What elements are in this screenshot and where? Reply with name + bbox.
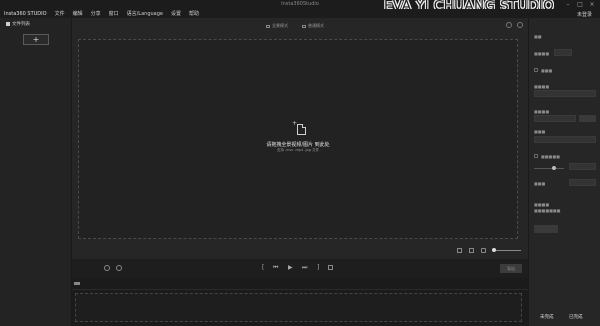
mark-out-button[interactable]: ] — [317, 264, 319, 272]
rp-label-5: ■■■■ — [534, 109, 550, 114]
file-list-header: 文件列表 — [6, 21, 30, 27]
rp-checkbox-1[interactable] — [534, 68, 538, 72]
menu-share[interactable]: 分享 — [91, 10, 101, 17]
rp-label-1: ■■ — [534, 34, 542, 39]
footer-left[interactable]: 未完成 — [540, 314, 554, 320]
file-list-panel: 文件列表 + — [0, 18, 72, 326]
add-file-button[interactable]: + — [23, 34, 49, 45]
minimize-button[interactable]: – — [562, 0, 574, 9]
screen-icon[interactable] — [457, 248, 462, 253]
file-list-title: 文件列表 — [12, 22, 30, 27]
drop-zone-formats: 支持 .insv .mp4 .jpg 文件 — [276, 148, 320, 152]
rp-label-3: ■■■ — [541, 68, 553, 73]
file-list-icon — [6, 22, 10, 26]
menu-window[interactable]: 窗口 — [109, 10, 119, 17]
drop-zone-title: 请拖拽全景视频/图片 到此处 — [266, 142, 330, 148]
info-icon[interactable] — [116, 265, 122, 271]
play-button[interactable]: ▶ — [288, 264, 293, 272]
previous-frame-button[interactable]: ⏮ — [273, 264, 278, 272]
maximize-button[interactable]: □ — [574, 0, 586, 9]
rp-label-2: ■■■■ — [534, 51, 550, 56]
panorama-icon — [266, 24, 270, 28]
menu-edit[interactable]: 编辑 — [73, 10, 83, 17]
rp-field-5[interactable] — [569, 179, 596, 186]
fullscreen-icon[interactable] — [469, 248, 474, 253]
file-icon — [297, 124, 306, 135]
settings-icon[interactable] — [517, 22, 523, 28]
menu-help[interactable]: 帮助 — [189, 10, 199, 17]
playback-bar: [ ⏮ ▶ ⏭ ] 导出 — [72, 259, 528, 278]
normal-mode-button[interactable]: 普通模式 — [302, 23, 324, 29]
rp-label-6: ■■■ — [534, 129, 546, 134]
timeline — [72, 278, 528, 326]
menu-settings[interactable]: 设置 — [171, 10, 181, 17]
menu-language[interactable]: 语言/Language — [127, 10, 163, 17]
rp-label-4: ■■■■ — [534, 84, 550, 89]
export-button[interactable]: 导出 — [500, 264, 522, 273]
rp-field-2[interactable] — [534, 115, 576, 122]
next-frame-button[interactable]: ⏭ — [302, 264, 307, 272]
rp-field-3[interactable] — [534, 136, 596, 143]
mark-in-button[interactable]: [ — [262, 264, 264, 272]
rp-label-8: ■■■ — [534, 181, 546, 186]
rp-field-4[interactable] — [569, 163, 596, 170]
drop-zone[interactable]: + 请拖拽全景视频/图片 到此处 支持 .insv .mp4 .jpg 文件 — [78, 39, 518, 239]
panorama-mode-label: 全景模式 — [272, 23, 288, 28]
footer-right[interactable]: 已完成 — [569, 314, 583, 320]
volume-icon[interactable] — [481, 248, 486, 253]
rp-apply-button[interactable] — [534, 225, 558, 233]
rp-slider-1-handle[interactable] — [552, 166, 556, 170]
menu-bar: Insta360 STUDIO 文件 编辑 分享 窗口 语言/Language … — [0, 9, 600, 18]
timeline-ruler[interactable] — [72, 278, 528, 290]
rotate-icon[interactable] — [104, 265, 110, 271]
rp-label-7: ■■■■■ — [541, 154, 560, 159]
viewer-toolbar — [72, 242, 528, 259]
volume-handle[interactable] — [492, 248, 496, 252]
rp-browse-button[interactable] — [579, 115, 596, 122]
snapshot-icon[interactable] — [328, 265, 333, 270]
timeline-start-marker[interactable] — [74, 282, 80, 285]
rp-slider-1[interactable] — [534, 168, 564, 169]
rp-label-10: ■■■■■■■ — [534, 208, 561, 213]
panorama-mode-button[interactable]: 全景模式 — [266, 23, 288, 29]
window-controls: – □ × — [562, 0, 598, 9]
properties-panel: ■■ ■■■■ ■■■ ■■■■ ■■■■ ■■■ ■■■■■ ■■■ ■■■■… — [528, 18, 600, 326]
volume-slider[interactable] — [493, 250, 521, 251]
app-brand: Insta360 STUDIO — [4, 10, 47, 17]
normal-mode-label: 普通模式 — [308, 23, 324, 28]
view-toolbar: 全景模式 普通模式 — [72, 18, 528, 35]
rp-select-1[interactable] — [534, 90, 596, 97]
rp-label-9: ■■■■ — [534, 202, 550, 207]
orientation-icon[interactable] — [506, 22, 512, 28]
login-status[interactable]: 未登录 — [577, 11, 592, 18]
menu-file[interactable]: 文件 — [55, 10, 65, 17]
close-button[interactable]: × — [586, 0, 598, 9]
normal-view-icon — [302, 24, 306, 28]
rp-checkbox-2[interactable] — [534, 154, 538, 158]
rp-field-1[interactable] — [554, 49, 572, 56]
timeline-track[interactable] — [75, 293, 522, 322]
